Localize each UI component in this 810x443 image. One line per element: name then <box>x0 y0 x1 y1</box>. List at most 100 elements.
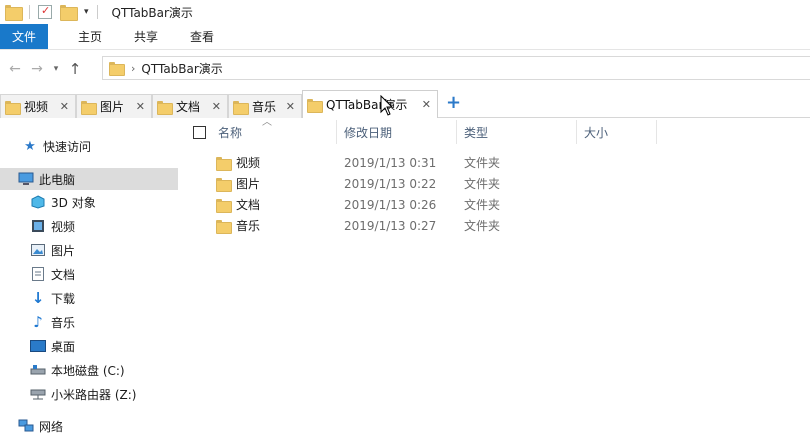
new-tab-plus-icon[interactable]: + <box>446 92 461 113</box>
column-header: 名称 修改日期 类型 大小 <box>186 120 810 144</box>
list-item[interactable]: 音乐 2019/1/13 0:27 文件夹 <box>186 215 546 236</box>
column-size[interactable]: 大小 <box>584 120 608 144</box>
music-icon: ♪ <box>33 313 43 331</box>
video-icon <box>30 218 46 234</box>
file-type: 文件夹 <box>464 177 501 191</box>
nav-item-label: 桌面 <box>51 339 76 354</box>
close-icon[interactable]: ✕ <box>286 100 295 113</box>
qt-tab-videos[interactable]: 视频 ✕ <box>0 94 76 118</box>
folder-icon <box>307 98 323 113</box>
nav-item-3d-objects[interactable]: 3D 对象 <box>0 191 178 213</box>
download-icon: ↓ <box>31 289 45 307</box>
divider[interactable] <box>456 120 457 144</box>
divider <box>96 5 98 19</box>
nav-item-pictures[interactable]: 图片 <box>0 239 178 261</box>
list-item[interactable]: 图片 2019/1/13 0:22 文件夹 <box>186 173 546 194</box>
nav-item-quick-access[interactable]: ★ 快速访问 <box>0 135 178 157</box>
nav-item-label: 此电脑 <box>39 172 76 187</box>
ribbon-tabs: 文件 主页 共享 查看 <box>0 24 810 50</box>
nav-item-documents[interactable]: 文档 <box>0 263 178 285</box>
back-arrow-icon[interactable]: ← <box>4 61 26 77</box>
tab-label: QTTabBar演示 <box>326 98 408 112</box>
chevron-right-icon[interactable]: › <box>131 62 135 75</box>
close-icon[interactable]: ✕ <box>136 100 145 113</box>
3d-objects-icon <box>30 194 46 210</box>
file-type: 文件夹 <box>464 198 501 212</box>
folder-icon <box>216 219 232 234</box>
folder-icon <box>216 198 232 213</box>
address-path: QTTabBar演示 <box>141 61 223 76</box>
nav-item-label: 下载 <box>51 291 76 306</box>
nav-item-music[interactable]: ♪ 音乐 <box>0 311 178 333</box>
divider[interactable] <box>576 120 577 144</box>
nav-item-label: 文档 <box>51 267 76 282</box>
nav-item-this-pc[interactable]: 此电脑 <box>0 168 178 190</box>
list-item[interactable]: 文档 2019/1/13 0:26 文件夹 <box>186 194 546 215</box>
qt-tab-qttabbar-demo[interactable]: QTTabBar演示 ✕ <box>302 90 438 118</box>
desktop-icon <box>30 338 46 354</box>
folder-icon <box>81 100 97 115</box>
column-date[interactable]: 修改日期 <box>344 120 392 144</box>
qttabbar: 视频 ✕ 图片 ✕ 文档 ✕ 音乐 ✕ QTTabBar演示 ✕ + <box>0 90 810 118</box>
tab-view[interactable]: 查看 <box>174 24 230 49</box>
close-icon[interactable]: ✕ <box>60 100 69 113</box>
nav-item-label: 音乐 <box>51 315 76 330</box>
nav-item-label: 3D 对象 <box>51 195 96 210</box>
folder-icon <box>157 100 173 115</box>
column-name[interactable]: 名称 <box>218 120 242 144</box>
nav-item-label: 快速访问 <box>43 139 92 154</box>
folder-icon <box>5 100 21 115</box>
mouse-cursor-icon <box>380 95 394 116</box>
folder-icon <box>233 100 249 115</box>
divider <box>29 5 30 19</box>
customize-quick-access-icon[interactable]: ▾ <box>84 7 89 17</box>
file-type: 文件夹 <box>464 219 501 233</box>
window-title: QTTabBar演示 <box>111 5 193 20</box>
divider[interactable] <box>656 120 657 144</box>
network-drive-icon <box>30 386 46 402</box>
file-date: 2019/1/13 0:27 <box>344 218 437 233</box>
tab-home[interactable]: 主页 <box>62 24 118 49</box>
tab-file[interactable]: 文件 <box>0 24 48 49</box>
file-date: 2019/1/13 0:26 <box>344 197 437 212</box>
close-icon[interactable]: ✕ <box>422 98 431 111</box>
nav-item-network[interactable]: 网络 <box>0 415 178 437</box>
navigation-pane: ★ 快速访问 此电脑 3D 对象 视频 图片 文档 ↓ 下载 ♪ 音乐 桌面 本… <box>0 128 180 443</box>
network-icon <box>18 418 34 434</box>
qt-tab-pictures[interactable]: 图片 ✕ <box>76 94 152 118</box>
nav-item-label: 视频 <box>51 219 76 234</box>
qt-tab-documents[interactable]: 文档 ✕ <box>152 94 228 118</box>
folder-icon <box>109 62 125 76</box>
document-icon <box>30 266 46 282</box>
file-date: 2019/1/13 0:22 <box>344 176 437 191</box>
recent-locations-icon[interactable]: ▾ <box>48 64 64 74</box>
divider[interactable] <box>336 120 337 144</box>
picture-icon <box>30 242 46 258</box>
nav-item-videos[interactable]: 视频 <box>0 215 178 237</box>
nav-item-label: 小米路由器 (Z:) <box>51 387 137 402</box>
up-arrow-icon[interactable]: ↑ <box>64 60 86 78</box>
forward-arrow-icon[interactable]: → <box>26 61 48 77</box>
address-input[interactable]: › QTTabBar演示 <box>102 56 810 80</box>
tab-label: 文档 <box>176 100 201 114</box>
computer-icon <box>18 171 34 187</box>
select-all-checkbox[interactable] <box>193 126 206 139</box>
close-icon[interactable]: ✕ <box>212 100 221 113</box>
folder-icon <box>216 177 232 192</box>
list-item[interactable]: 视频 2019/1/13 0:31 文件夹 <box>186 152 546 173</box>
folder-icon <box>216 156 232 171</box>
tab-share[interactable]: 共享 <box>118 24 174 49</box>
nav-item-label: 图片 <box>51 243 76 258</box>
nav-item-downloads[interactable]: ↓ 下载 <box>0 287 178 309</box>
new-folder-icon[interactable] <box>60 5 78 21</box>
nav-item-desktop[interactable]: 桌面 <box>0 335 178 357</box>
tab-label: 视频 <box>24 100 49 114</box>
nav-item-label: 网络 <box>39 419 64 434</box>
properties-icon[interactable] <box>38 4 52 19</box>
column-type[interactable]: 类型 <box>464 120 488 144</box>
folder-icon <box>5 5 23 21</box>
file-name: 文档 <box>236 198 261 212</box>
address-bar-row: ← → ▾ ↑ › QTTabBar演示 <box>0 56 810 82</box>
nav-item-network-drive[interactable]: 小米路由器 (Z:) <box>0 383 178 405</box>
nav-item-local-disk[interactable]: 本地磁盘 (C:) <box>0 359 178 381</box>
